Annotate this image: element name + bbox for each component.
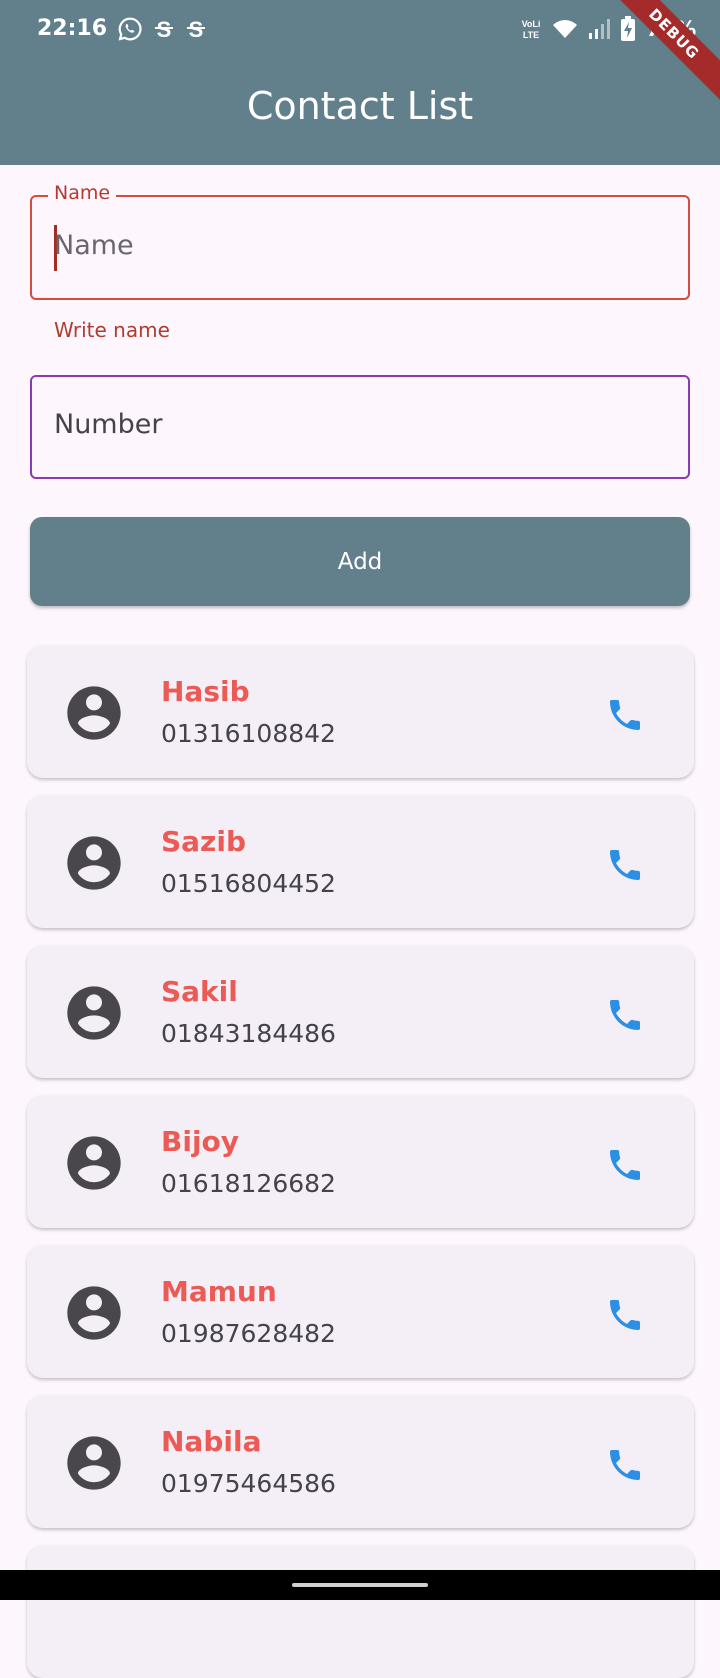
- contact-name: Nabila: [161, 1425, 262, 1458]
- home-indicator[interactable]: [292, 1583, 428, 1587]
- contact-name: Bijoy: [161, 1125, 240, 1158]
- contact-number: 01987628482: [161, 1319, 336, 1348]
- contact-name: Hasib: [161, 675, 250, 708]
- list-item[interactable]: Hasib 01316108842: [27, 645, 694, 778]
- svg-text:LTE: LTE: [523, 30, 539, 40]
- name-error-text: Write name: [54, 318, 170, 342]
- person-icon: [67, 1136, 121, 1190]
- contact-name: Mamun: [161, 1275, 277, 1308]
- phone-icon[interactable]: [605, 1145, 645, 1185]
- name-field-label: Name: [48, 182, 117, 204]
- status-time: 22:16: [37, 16, 108, 41]
- app-bar: 22:16 S S VoLi LTE DEBUG Contact List: [0, 0, 720, 165]
- list-item[interactable]: Sazib 01516804452: [27, 795, 694, 928]
- list-item[interactable]: Nabila 01975464586: [27, 1395, 694, 1528]
- number-field[interactable]: Number: [30, 375, 690, 479]
- number-input-placeholder[interactable]: Number: [54, 409, 162, 440]
- s-icon: S: [187, 17, 205, 42]
- phone-icon[interactable]: [605, 1445, 645, 1485]
- name-input-placeholder[interactable]: Name: [54, 230, 134, 261]
- name-field[interactable]: Name Name: [30, 182, 690, 300]
- contact-number: 01975464586: [161, 1469, 336, 1498]
- contact-number: 01843184486: [161, 1019, 336, 1048]
- list-item[interactable]: Bijoy 01618126682: [27, 1095, 694, 1228]
- list-item[interactable]: Sakil 01843184486: [27, 945, 694, 1078]
- person-icon: [67, 1286, 121, 1340]
- person-icon: [67, 986, 121, 1040]
- add-button[interactable]: Add: [30, 517, 690, 606]
- wifi-icon: [553, 20, 577, 38]
- svg-text:VoLi: VoLi: [522, 19, 541, 29]
- volte-icon: VoLi LTE: [522, 19, 541, 40]
- phone-icon[interactable]: [605, 995, 645, 1035]
- list-item[interactable]: Mamun 01987628482: [27, 1245, 694, 1378]
- contact-number: 01316108842: [161, 719, 336, 748]
- s-icon: S: [155, 17, 173, 42]
- signal-icon: [589, 19, 610, 39]
- contact-number: 01516804452: [161, 869, 336, 898]
- contact-name: Sakil: [161, 975, 238, 1008]
- person-icon: [67, 1436, 121, 1490]
- svg-text:S: S: [189, 17, 204, 42]
- phone-icon[interactable]: [605, 845, 645, 885]
- phone-icon[interactable]: [605, 695, 645, 735]
- svg-text:S: S: [157, 17, 172, 42]
- person-icon: [67, 836, 121, 890]
- contact-name: Sazib: [161, 825, 246, 858]
- contact-number: 01618126682: [161, 1169, 336, 1198]
- whatsapp-icon: [118, 17, 142, 41]
- phone-icon[interactable]: [605, 1295, 645, 1335]
- system-nav-bar: [0, 1570, 720, 1600]
- list-item-partial[interactable]: [27, 1545, 694, 1678]
- page-title: Contact List: [246, 84, 474, 128]
- person-icon: [67, 686, 121, 740]
- status-notification-icons: S S: [117, 16, 207, 42]
- battery-icon: [621, 16, 635, 41]
